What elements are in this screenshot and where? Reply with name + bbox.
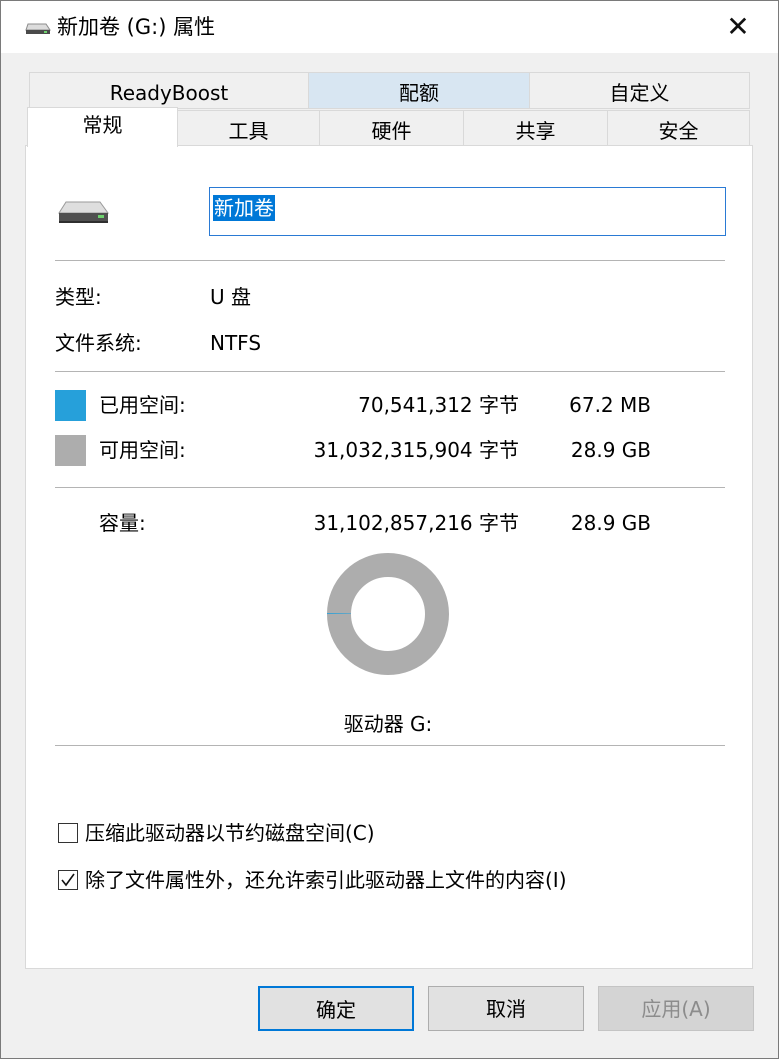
general-panel: 新加卷 类型: U 盘 文件系统: NTFS 已用空间: 70,541,312 … xyxy=(25,145,753,969)
cancel-button[interactable]: 取消 xyxy=(428,986,584,1031)
capacity-size: 28.9 GB xyxy=(570,511,651,535)
free-space-label: 可用空间: xyxy=(99,438,186,462)
title-bar: 新加卷 (G:) 属性 ✕ xyxy=(1,1,778,53)
volume-name-text: 新加卷 xyxy=(213,195,275,221)
usb-drive-icon xyxy=(58,201,109,223)
used-space-size: 67.2 MB xyxy=(569,393,651,417)
tab-sharing[interactable]: 共享 xyxy=(463,110,608,147)
used-space-bytes: 70,541,312 字节 xyxy=(358,393,519,417)
filesystem-value: NTFS xyxy=(210,331,262,355)
tab-customize[interactable]: 自定义 xyxy=(529,72,750,109)
close-button[interactable]: ✕ xyxy=(716,7,760,47)
usage-donut-chart xyxy=(327,553,449,675)
used-space-label: 已用空间: xyxy=(99,393,186,417)
tab-security[interactable]: 安全 xyxy=(607,110,750,147)
compress-label[interactable]: 压缩此驱动器以节约磁盘空间(C) xyxy=(85,820,375,846)
drive-label: 驱动器 G: xyxy=(343,712,433,736)
volume-name-input[interactable]: 新加卷 xyxy=(209,187,726,236)
divider xyxy=(55,260,725,261)
divider xyxy=(55,745,725,746)
filesystem-label: 文件系统: xyxy=(55,331,142,355)
free-space-ring xyxy=(327,553,449,675)
window-title: 新加卷 (G:) 属性 xyxy=(57,15,216,39)
checkmark-icon xyxy=(61,873,75,887)
divider xyxy=(55,371,725,372)
index-label[interactable]: 除了文件属性外，还允许索引此驱动器上文件的内容(I) xyxy=(85,867,567,893)
tab-hardware[interactable]: 硬件 xyxy=(319,110,464,147)
apply-button[interactable]: 应用(A) xyxy=(598,986,754,1031)
tab-readyboost[interactable]: ReadyBoost xyxy=(29,72,309,109)
type-value: U 盘 xyxy=(210,285,251,309)
ok-button[interactable]: 确定 xyxy=(258,986,414,1031)
free-space-size: 28.9 GB xyxy=(570,438,651,462)
capacity-bytes: 31,102,857,216 字节 xyxy=(313,511,519,535)
divider xyxy=(55,487,725,488)
drive-icon xyxy=(25,23,51,34)
type-label: 类型: xyxy=(55,285,102,309)
index-checkbox[interactable] xyxy=(58,870,78,890)
tab-tools[interactable]: 工具 xyxy=(177,110,320,147)
tab-quota[interactable]: 配额 xyxy=(308,72,530,109)
tab-general[interactable]: 常规 xyxy=(27,107,178,147)
capacity-label: 容量: xyxy=(99,511,146,535)
used-space-swatch xyxy=(55,390,86,421)
properties-dialog: 新加卷 (G:) 属性 ✕ ReadyBoost 配额 自定义 常规 工具 硬件… xyxy=(0,0,779,1059)
compress-checkbox[interactable] xyxy=(58,823,78,843)
free-space-swatch xyxy=(55,435,86,466)
free-space-bytes: 31,032,315,904 字节 xyxy=(313,438,519,462)
